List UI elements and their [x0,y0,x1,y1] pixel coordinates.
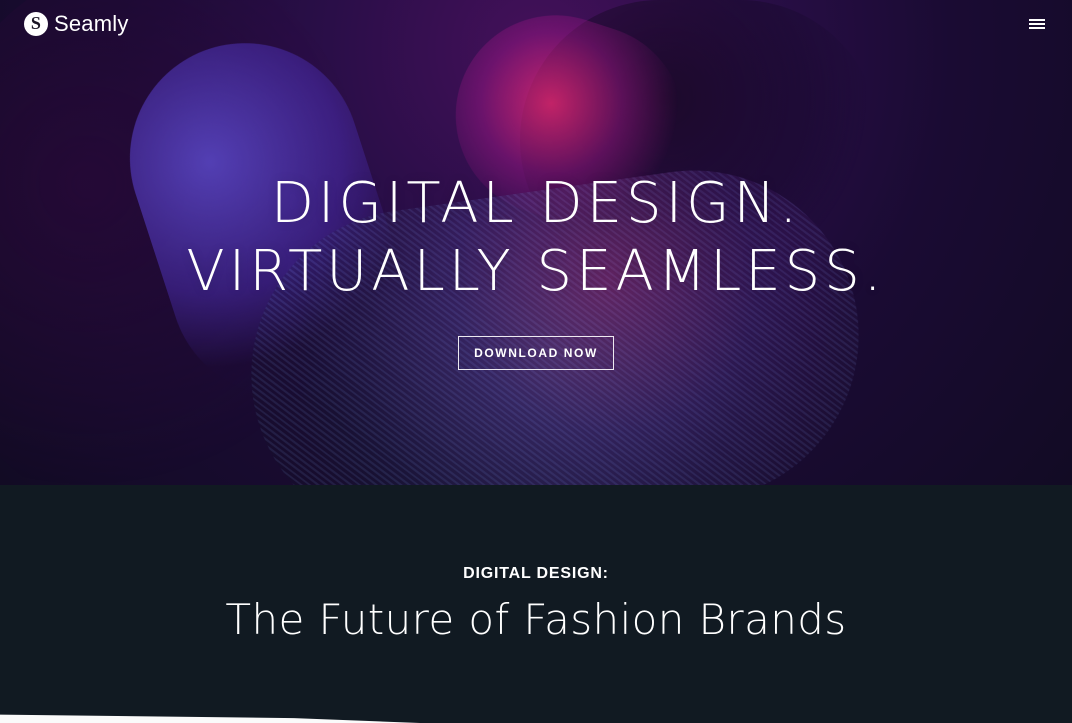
download-now-button[interactable]: DOWNLOAD NOW [458,336,614,370]
hamburger-menu-icon [1029,19,1045,29]
hero-title-line-2: VIRTUALLY SEAMLESS. [186,239,886,304]
top-navigation: S Seamly [0,0,1072,48]
brand[interactable]: S Seamly [24,11,129,37]
section-divider-wedge [0,714,420,723]
brand-name: Seamly [54,11,129,36]
hero: S Seamly DIGITAL DESIGN. VIRTUALLY SEAML… [0,0,1072,485]
hero-content: DIGITAL DESIGN. VIRTUALLY SEAMLESS. DOWN… [0,170,1072,370]
seamly-logo-icon: S [24,12,48,36]
section-heading: The Future of Fashion Brands [225,595,847,644]
hero-title: DIGITAL DESIGN. VIRTUALLY SEAMLESS. [0,170,1072,306]
logo-letter: S [30,13,42,33]
hero-title-line-1: DIGITAL DESIGN. [270,171,802,236]
menu-button[interactable] [1024,11,1050,37]
section-eyebrow: DIGITAL DESIGN: [463,565,609,582]
intro-section: DIGITAL DESIGN: The Future of Fashion Br… [0,485,1072,723]
